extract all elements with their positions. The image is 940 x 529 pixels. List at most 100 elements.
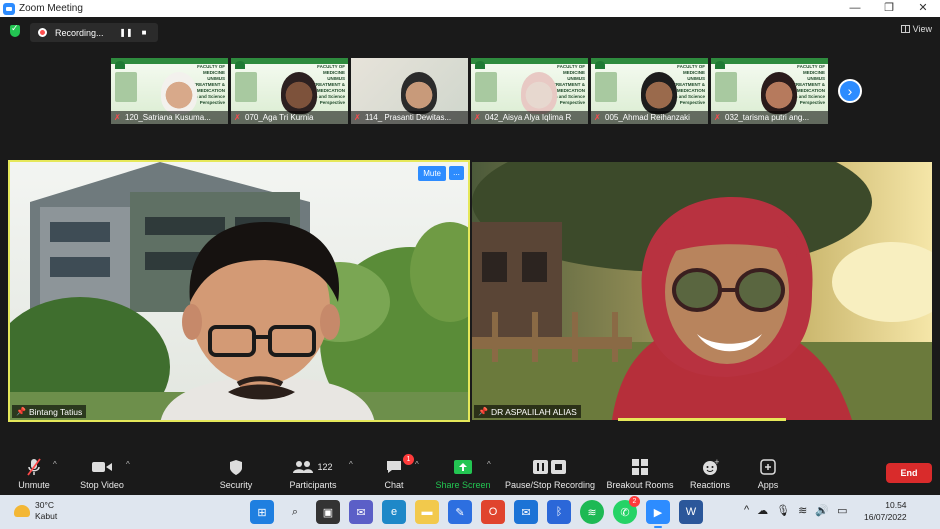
taskbar-apps: ⊞ ⌕ ▣ ✉ e ▬ ✎ O ✉ ᛒ ≋ ✆ 2 ▶ W <box>250 496 703 528</box>
smiley-plus-icon: + <box>689 458 731 476</box>
pause-recording-icon[interactable]: ❚❚ <box>117 28 135 37</box>
participant-nametag: 📌 DR ASPALILAH ALIAS <box>474 405 581 418</box>
unimus-logo-icon <box>115 61 125 69</box>
word-icon[interactable]: W <box>679 500 703 524</box>
window-controls: — ❐ ✕ <box>838 0 940 17</box>
minimize-icon[interactable]: — <box>838 0 872 17</box>
apps-icon <box>754 458 782 476</box>
mic-muted-icon <box>16 458 52 476</box>
thumbnail-namebar: ✗ 120_Satriana Kusuma... <box>111 111 228 124</box>
participant-thumbnail[interactable]: FACULTY OF MEDICINE UNIMUS TREATMENT & MED… <box>111 58 228 124</box>
kinemaster-icon[interactable]: ✎ <box>448 500 472 524</box>
next-page-arrow-icon[interactable]: › <box>838 79 862 103</box>
recording-indicator: Recording... ❚❚ ■ <box>30 23 158 42</box>
participant-thumbnail[interactable]: FACULTY OF MEDICINE UNIMUS TREATMENT & MED… <box>471 58 588 124</box>
share-screen-button[interactable]: Share Screen <box>434 458 492 490</box>
whatsapp-icon[interactable]: ✆ 2 <box>613 496 640 524</box>
view-button[interactable]: View <box>900 24 932 34</box>
participant-face <box>761 72 797 114</box>
participants-icon: 122 <box>286 458 340 476</box>
pause-stop-recording-button[interactable]: Pause/Stop Recording <box>504 458 596 490</box>
edge-browser-icon[interactable]: e <box>382 500 406 524</box>
mail-icon[interactable]: ✉ <box>514 500 538 524</box>
participants-caret-icon[interactable]: ^ <box>349 460 353 469</box>
title-bar: Zoom Meeting — ❐ ✕ <box>0 0 940 17</box>
participant-name: 114_ Prasanti Dewitas... <box>365 113 452 122</box>
participant-name: Bintang Tatius <box>28 406 83 417</box>
participant-thumbnail[interactable]: FACULTY OF MEDICINE UNIMUS TREATMENT & MED… <box>591 58 708 124</box>
end-meeting-button[interactable]: End <box>886 463 932 483</box>
unmute-button[interactable]: Unmute <box>16 458 52 490</box>
breakout-rooms-button[interactable]: Breakout Rooms <box>606 458 674 490</box>
wifi-icon[interactable]: ≋ <box>798 504 807 517</box>
participant-face <box>281 72 317 114</box>
bluetooth-icon[interactable]: ᛒ <box>547 500 571 524</box>
audio-options-caret-icon[interactable]: ^ <box>53 460 57 469</box>
view-label: View <box>912 24 932 34</box>
thumbnail-namebar: ✗ 042_Aisya Alya Iqlima R <box>471 111 588 124</box>
mic-muted-icon: ✗ <box>234 113 241 122</box>
video-options-caret-icon[interactable]: ^ <box>126 460 130 469</box>
participant-thumbnail[interactable]: FACULTY OF MEDICINE UNIMUS TREATMENT & MED… <box>231 58 348 124</box>
spotify-icon[interactable]: ≋ <box>580 500 604 524</box>
zoom-app-icon[interactable]: ▶ <box>646 500 670 528</box>
video-tile-aspalilah[interactable]: 📌 DR ASPALILAH ALIAS <box>472 162 932 420</box>
meeting-topbar: Recording... ❚❚ ■ View <box>0 17 940 47</box>
stop-video-button[interactable]: Stop Video <box>77 458 127 490</box>
stop-recording-icon[interactable]: ■ <box>135 28 153 37</box>
video-camera-icon <box>77 458 127 476</box>
windows-start-icon[interactable]: ⊞ <box>250 500 274 524</box>
video-tile-bintang[interactable]: Mute ... 📌 Bintang Tatius <box>8 160 470 422</box>
chat-label: Chat <box>384 480 404 490</box>
meeting-toolbar: Unmute ^ Stop Video ^ Security 122 Parti… <box>0 450 940 495</box>
weather-cloud-sun-icon <box>14 505 30 517</box>
participant-thumbnail[interactable]: ✗ 114_ Prasanti Dewitas... <box>351 58 468 124</box>
security-shield-icon[interactable] <box>10 23 20 37</box>
share-caret-icon[interactable]: ^ <box>487 460 491 469</box>
close-icon[interactable]: ✕ <box>906 0 940 17</box>
mic-muted-icon: ✗ <box>354 113 361 122</box>
apps-label: Apps <box>757 480 779 490</box>
participant-face <box>521 72 557 114</box>
weather-widget[interactable]: 30°C Kabut <box>14 500 57 522</box>
unimus-logo-icon <box>475 61 485 69</box>
share-screen-label: Share Screen <box>435 480 491 490</box>
reactions-button[interactable]: + Reactions <box>689 458 731 491</box>
cloud-icon[interactable]: ☁ <box>757 504 768 517</box>
system-clock[interactable]: 10.54 16/07/2022 <box>864 499 907 523</box>
participant-name: 070_Aga Tri Kurnia <box>245 113 314 122</box>
participants-button[interactable]: 122 Participants <box>286 458 340 490</box>
clock-date: 16/07/2022 <box>864 512 907 522</box>
battery-icon[interactable]: ▭ <box>837 504 847 517</box>
shield-icon <box>216 458 256 476</box>
task-view-icon[interactable]: ▣ <box>316 500 340 524</box>
file-explorer-icon[interactable]: ▬ <box>415 500 439 524</box>
clock-time: 10.54 <box>885 500 907 510</box>
svg-text:+: + <box>714 459 719 466</box>
search-icon[interactable]: ⌕ <box>283 500 307 524</box>
recording-label: Pause/Stop Recording <box>504 480 596 490</box>
thumbnail-namebar: ✗ 005_Ahmad Reihanzaki <box>591 111 708 124</box>
chat-caret-icon[interactable]: ^ <box>415 460 419 469</box>
more-options-button[interactable]: ... <box>449 166 464 180</box>
show-hidden-icons-chevron-icon[interactable]: ^ <box>744 504 749 517</box>
security-label: Security <box>219 480 253 490</box>
apps-button[interactable]: Apps <box>754 458 782 490</box>
participant-name: 005_Ahmad Reihanzaki <box>605 113 690 122</box>
participants-label: Participants <box>289 480 337 490</box>
participant-thumbnail[interactable]: FACULTY OF MEDICINE UNIMUS TREATMENT & MED… <box>711 58 828 124</box>
system-tray: ^ ☁ 🎙 ≋ 🔊 ▭ <box>744 504 847 517</box>
microphone-icon[interactable]: 🎙 <box>776 504 790 517</box>
volume-icon[interactable]: 🔊 <box>815 504 829 517</box>
mute-participant-button[interactable]: Mute <box>418 166 446 181</box>
pin-icon: 📌 <box>478 407 488 416</box>
video-feed-aspalilah <box>472 162 932 420</box>
restore-icon[interactable]: ❐ <box>872 0 906 17</box>
recording-label: Recording... <box>55 27 104 38</box>
chat-button[interactable]: 1 Chat <box>381 454 414 490</box>
office-icon[interactable]: O <box>481 500 505 524</box>
security-button[interactable]: Security <box>216 458 256 490</box>
zoom-meeting-window: Zoom Meeting — ❐ ✕ Recording... ❚❚ ■ Vie… <box>0 0 940 529</box>
teams-chat-icon[interactable]: ✉ <box>349 500 373 524</box>
share-screen-icon <box>434 458 492 476</box>
